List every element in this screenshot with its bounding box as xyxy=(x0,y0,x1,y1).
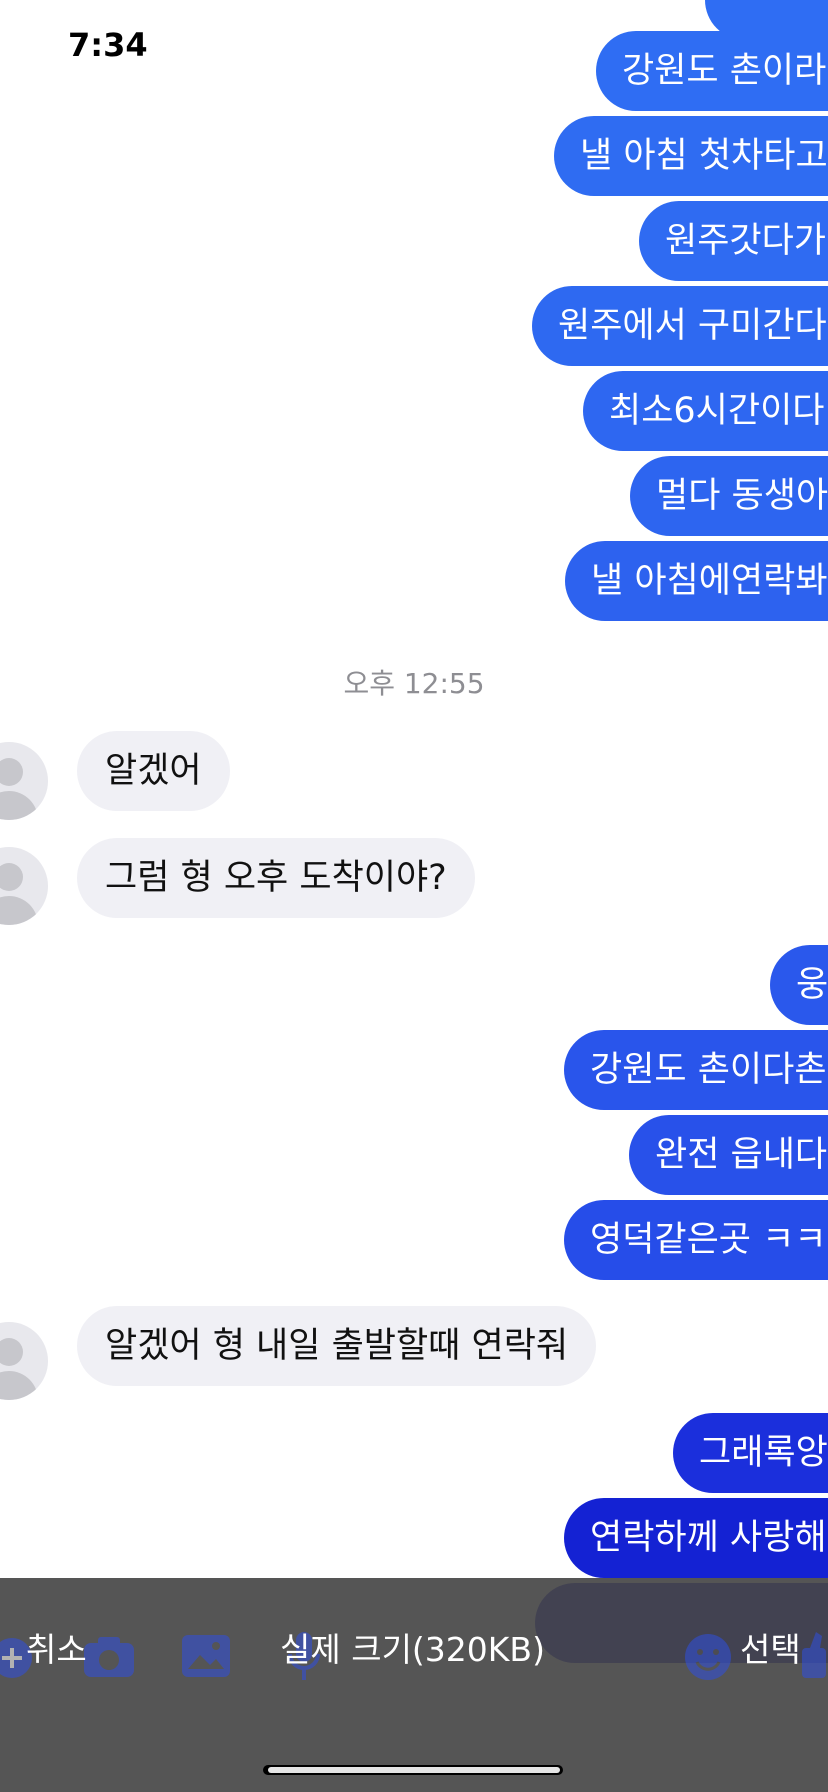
message-bubble-out[interactable]: 최소6시간이다 xyxy=(583,371,828,451)
message-bubble-out[interactable]: 연락하께 사랑해 xyxy=(564,1498,828,1578)
image-preview-overlay xyxy=(0,1578,828,1792)
message-bubble-in[interactable]: 알겠어 형 내일 출발할때 연락줘 xyxy=(77,1306,597,1386)
message-bubble-out[interactable]: 멀다 동생아 xyxy=(630,456,828,536)
gallery-icon xyxy=(182,1635,230,1677)
message-bubble-out[interactable]: 그래록앙 xyxy=(673,1413,828,1493)
message-bubble-out[interactable]: 완전 읍내다 xyxy=(629,1115,828,1195)
contact-avatar[interactable] xyxy=(0,1322,48,1400)
image-size-title: 실제 크기(320KB) xyxy=(280,1630,545,1669)
status-time: 7:34 xyxy=(68,26,148,64)
message-bubble-out[interactable]: 낼 아침 첫차타고 xyxy=(554,116,828,196)
home-indicator-bar xyxy=(268,1767,560,1773)
like-icon xyxy=(802,1632,826,1678)
emoji-icon xyxy=(685,1634,731,1680)
camera-icon xyxy=(84,1637,134,1677)
cancel-button[interactable]: 취소 xyxy=(26,1625,87,1675)
message-bubble-out[interactable]: 강원도 촌이다촌 xyxy=(564,1030,828,1110)
message-bubble-out[interactable]: 웅 xyxy=(770,945,828,1025)
person-icon xyxy=(0,863,38,925)
message-bubble-out[interactable]: 원주에서 구미간다 xyxy=(532,286,828,366)
message-bubble-in[interactable]: 그럼 형 오후 도착이야? xyxy=(77,838,475,918)
message-bubble-in[interactable]: 알겠어 xyxy=(77,731,230,811)
message-bubble-out[interactable]: 영덕같은곳 ㅋㅋ xyxy=(564,1200,828,1280)
message-bubble-out[interactable]: 원주갓다가 xyxy=(639,201,828,281)
message-bubble-out[interactable]: 강원도 촌이라 xyxy=(596,31,828,111)
person-icon xyxy=(0,758,38,820)
person-icon xyxy=(0,1338,38,1400)
timestamp-separator: 오후 12:55 xyxy=(343,667,485,700)
contact-avatar[interactable] xyxy=(0,742,48,820)
message-bubble-out[interactable]: 낼 아침에연락봐 xyxy=(565,541,828,621)
select-button[interactable]: 선택 xyxy=(740,1625,801,1675)
contact-avatar[interactable] xyxy=(0,847,48,925)
